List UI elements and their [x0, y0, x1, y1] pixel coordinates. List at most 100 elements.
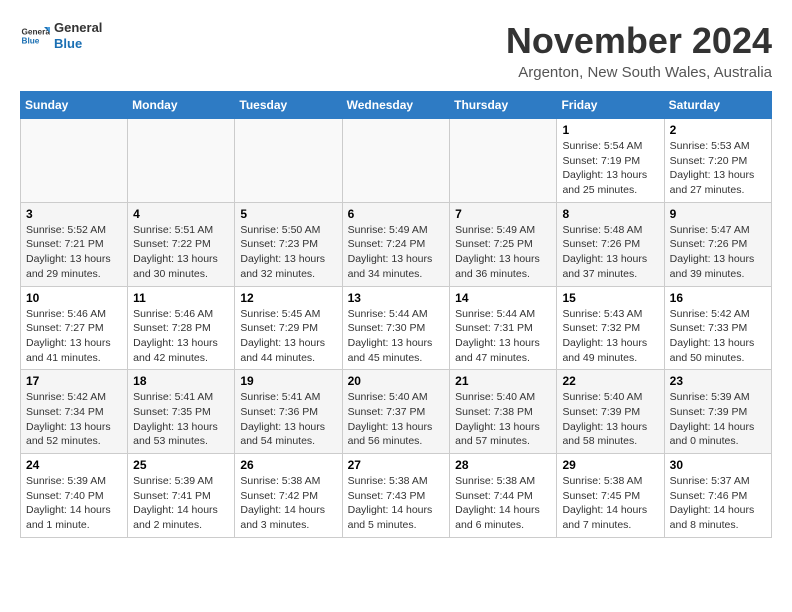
- svg-text:Blue: Blue: [22, 36, 40, 45]
- day-cell: 20 Sunrise: 5:40 AM Sunset: 7:37 PM Dayli…: [342, 370, 450, 454]
- location-text: Argenton, New South Wales, Australia: [506, 64, 772, 81]
- day-info: Sunrise: 5:39 AM Sunset: 7:40 PM Dayligh…: [26, 474, 122, 533]
- day-cell: 13 Sunrise: 5:44 AM Sunset: 7:30 PM Dayli…: [342, 286, 450, 370]
- day-cell: 14Sunrise: 5:44 AM Sunset: 7:31 PM Dayli…: [450, 286, 557, 370]
- day-info: Sunrise: 5:44 AM Sunset: 7:31 PM Dayligh…: [455, 307, 551, 366]
- day-cell: 9 Sunrise: 5:47 AM Sunset: 7:26 PM Daylig…: [664, 202, 771, 286]
- day-cell: [21, 119, 128, 203]
- day-info: Sunrise: 5:54 AM Sunset: 7:19 PM Dayligh…: [562, 139, 658, 198]
- header-cell-tuesday: Tuesday: [235, 92, 342, 119]
- day-number: 5: [240, 207, 336, 221]
- day-number: 25: [133, 458, 229, 472]
- day-cell: 7Sunrise: 5:49 AM Sunset: 7:25 PM Daylig…: [450, 202, 557, 286]
- day-cell: 1 Sunrise: 5:54 AM Sunset: 7:19 PM Daylig…: [557, 119, 664, 203]
- day-number: 13: [348, 291, 445, 305]
- day-cell: 8 Sunrise: 5:48 AM Sunset: 7:26 PM Daylig…: [557, 202, 664, 286]
- day-cell: 21 Sunrise: 5:40 AM Sunset: 7:38 PM Dayli…: [450, 370, 557, 454]
- day-number: 29: [562, 458, 658, 472]
- day-number: 12: [240, 291, 336, 305]
- day-number: 17: [26, 374, 122, 388]
- day-info: Sunrise: 5:44 AM Sunset: 7:30 PM Dayligh…: [348, 307, 445, 366]
- day-number: 9: [670, 207, 766, 221]
- day-info: Sunrise: 5:46 AM Sunset: 7:27 PM Dayligh…: [26, 307, 122, 366]
- day-number: 27: [348, 458, 445, 472]
- day-cell: 22Sunrise: 5:40 AM Sunset: 7:39 PM Dayli…: [557, 370, 664, 454]
- day-info: Sunrise: 5:52 AM Sunset: 7:21 PM Dayligh…: [26, 223, 122, 282]
- day-number: 21: [455, 374, 551, 388]
- day-info: Sunrise: 5:38 AM Sunset: 7:42 PM Dayligh…: [240, 474, 336, 533]
- day-cell: [342, 119, 450, 203]
- day-number: 1: [562, 123, 658, 137]
- day-info: Sunrise: 5:50 AM Sunset: 7:23 PM Dayligh…: [240, 223, 336, 282]
- day-cell: 4 Sunrise: 5:51 AM Sunset: 7:22 PM Daylig…: [128, 202, 235, 286]
- day-info: Sunrise: 5:51 AM Sunset: 7:22 PM Dayligh…: [133, 223, 229, 282]
- day-cell: 25Sunrise: 5:39 AM Sunset: 7:41 PM Dayli…: [128, 454, 235, 538]
- calendar-table: SundayMondayTuesdayWednesdayThursdayFrid…: [20, 91, 772, 538]
- header-cell-sunday: Sunday: [21, 92, 128, 119]
- day-number: 8: [562, 207, 658, 221]
- day-cell: [128, 119, 235, 203]
- week-row-1: 1 Sunrise: 5:54 AM Sunset: 7:19 PM Daylig…: [21, 119, 772, 203]
- title-area: November 2024 Argenton, New South Wales,…: [506, 20, 772, 81]
- day-cell: 23 Sunrise: 5:39 AM Sunset: 7:39 PM Dayli…: [664, 370, 771, 454]
- day-info: Sunrise: 5:39 AM Sunset: 7:39 PM Dayligh…: [670, 390, 766, 449]
- header-cell-monday: Monday: [128, 92, 235, 119]
- day-info: Sunrise: 5:41 AM Sunset: 7:35 PM Dayligh…: [133, 390, 229, 449]
- day-number: 16: [670, 291, 766, 305]
- day-number: 20: [348, 374, 445, 388]
- day-info: Sunrise: 5:38 AM Sunset: 7:45 PM Dayligh…: [562, 474, 658, 533]
- day-cell: 29 Sunrise: 5:38 AM Sunset: 7:45 PM Dayli…: [557, 454, 664, 538]
- header-row: SundayMondayTuesdayWednesdayThursdayFrid…: [21, 92, 772, 119]
- logo-icon: General Blue: [20, 21, 50, 51]
- day-number: 4: [133, 207, 229, 221]
- day-info: Sunrise: 5:45 AM Sunset: 7:29 PM Dayligh…: [240, 307, 336, 366]
- day-cell: 27 Sunrise: 5:38 AM Sunset: 7:43 PM Dayli…: [342, 454, 450, 538]
- week-row-3: 10 Sunrise: 5:46 AM Sunset: 7:27 PM Dayli…: [21, 286, 772, 370]
- day-cell: 16 Sunrise: 5:42 AM Sunset: 7:33 PM Dayli…: [664, 286, 771, 370]
- day-cell: 10 Sunrise: 5:46 AM Sunset: 7:27 PM Dayli…: [21, 286, 128, 370]
- day-number: 10: [26, 291, 122, 305]
- week-row-4: 17Sunrise: 5:42 AM Sunset: 7:34 PM Dayli…: [21, 370, 772, 454]
- day-info: Sunrise: 5:37 AM Sunset: 7:46 PM Dayligh…: [670, 474, 766, 533]
- day-cell: 15 Sunrise: 5:43 AM Sunset: 7:32 PM Dayli…: [557, 286, 664, 370]
- day-cell: 19 Sunrise: 5:41 AM Sunset: 7:36 PM Dayli…: [235, 370, 342, 454]
- calendar-body: 1 Sunrise: 5:54 AM Sunset: 7:19 PM Daylig…: [21, 119, 772, 538]
- day-cell: [235, 119, 342, 203]
- header-cell-thursday: Thursday: [450, 92, 557, 119]
- week-row-2: 3Sunrise: 5:52 AM Sunset: 7:21 PM Daylig…: [21, 202, 772, 286]
- day-info: Sunrise: 5:53 AM Sunset: 7:20 PM Dayligh…: [670, 139, 766, 198]
- header-cell-wednesday: Wednesday: [342, 92, 450, 119]
- day-info: Sunrise: 5:46 AM Sunset: 7:28 PM Dayligh…: [133, 307, 229, 366]
- day-info: Sunrise: 5:47 AM Sunset: 7:26 PM Dayligh…: [670, 223, 766, 282]
- header-cell-saturday: Saturday: [664, 92, 771, 119]
- day-cell: [450, 119, 557, 203]
- logo-blue-text: Blue: [54, 36, 102, 52]
- day-number: 26: [240, 458, 336, 472]
- day-info: Sunrise: 5:49 AM Sunset: 7:25 PM Dayligh…: [455, 223, 551, 282]
- logo-general-text: General: [54, 20, 102, 36]
- day-info: Sunrise: 5:40 AM Sunset: 7:39 PM Dayligh…: [562, 390, 658, 449]
- day-cell: 6Sunrise: 5:49 AM Sunset: 7:24 PM Daylig…: [342, 202, 450, 286]
- day-info: Sunrise: 5:38 AM Sunset: 7:44 PM Dayligh…: [455, 474, 551, 533]
- day-cell: 30Sunrise: 5:37 AM Sunset: 7:46 PM Dayli…: [664, 454, 771, 538]
- day-number: 24: [26, 458, 122, 472]
- day-info: Sunrise: 5:41 AM Sunset: 7:36 PM Dayligh…: [240, 390, 336, 449]
- day-number: 15: [562, 291, 658, 305]
- day-number: 28: [455, 458, 551, 472]
- day-cell: 24 Sunrise: 5:39 AM Sunset: 7:40 PM Dayli…: [21, 454, 128, 538]
- day-info: Sunrise: 5:43 AM Sunset: 7:32 PM Dayligh…: [562, 307, 658, 366]
- day-cell: 5 Sunrise: 5:50 AM Sunset: 7:23 PM Daylig…: [235, 202, 342, 286]
- day-number: 19: [240, 374, 336, 388]
- day-info: Sunrise: 5:38 AM Sunset: 7:43 PM Dayligh…: [348, 474, 445, 533]
- day-info: Sunrise: 5:42 AM Sunset: 7:33 PM Dayligh…: [670, 307, 766, 366]
- page-header: General Blue General Blue November 2024 …: [20, 20, 772, 81]
- day-cell: 28 Sunrise: 5:38 AM Sunset: 7:44 PM Dayli…: [450, 454, 557, 538]
- day-cell: 2 Sunrise: 5:53 AM Sunset: 7:20 PM Daylig…: [664, 119, 771, 203]
- day-number: 2: [670, 123, 766, 137]
- day-cell: 3Sunrise: 5:52 AM Sunset: 7:21 PM Daylig…: [21, 202, 128, 286]
- day-info: Sunrise: 5:40 AM Sunset: 7:38 PM Dayligh…: [455, 390, 551, 449]
- day-number: 18: [133, 374, 229, 388]
- day-info: Sunrise: 5:40 AM Sunset: 7:37 PM Dayligh…: [348, 390, 445, 449]
- day-info: Sunrise: 5:48 AM Sunset: 7:26 PM Dayligh…: [562, 223, 658, 282]
- day-number: 23: [670, 374, 766, 388]
